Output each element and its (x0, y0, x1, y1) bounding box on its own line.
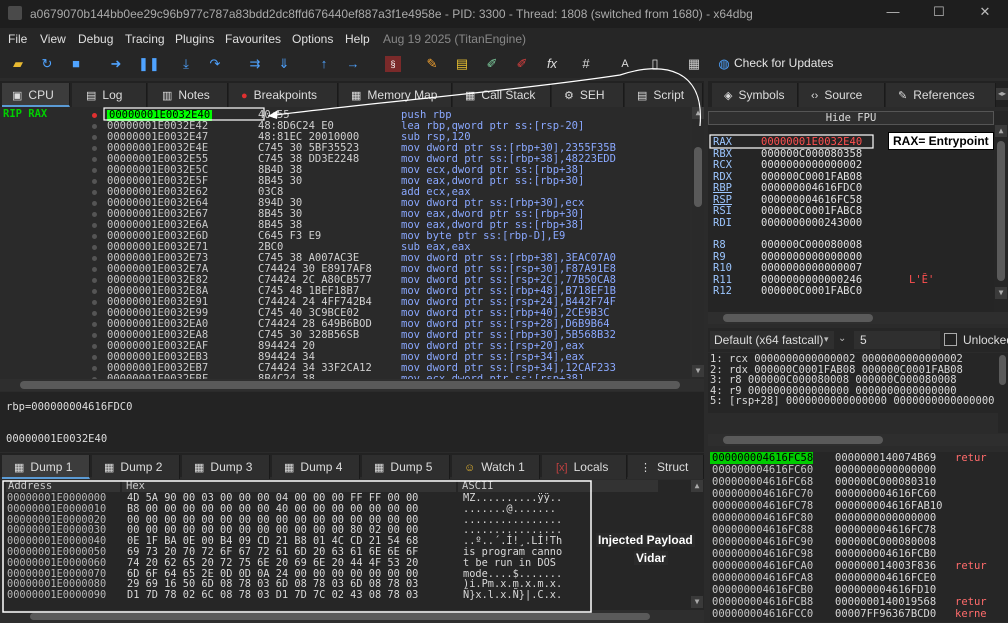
current-row-highlight-box (103, 107, 265, 121)
dump-highlight-box (2, 480, 592, 613)
annotation-overlay (2, 68, 874, 613)
rax-highlight-box (709, 134, 874, 149)
annotation-payload-line-2: Vidar (634, 551, 668, 565)
entrypoint-arrowhead (268, 110, 278, 119)
annotation-rax-entrypoint: RAX= Entrypoint (888, 132, 994, 150)
entrypoint-arrow (267, 68, 701, 127)
annotation-payload-line-1: Injected Payload (596, 533, 695, 547)
